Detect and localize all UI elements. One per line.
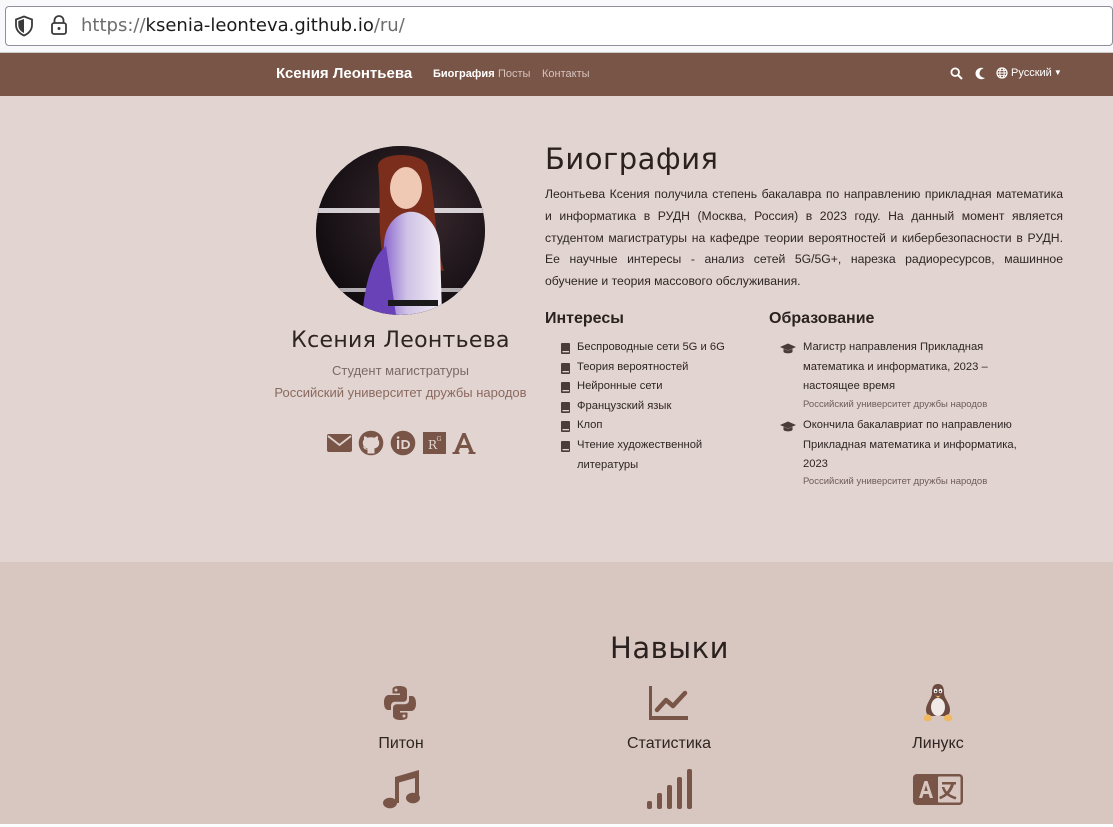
nav-link-biography[interactable]: Биография (433, 68, 495, 80)
education-institution: Российский университет дружбы народов (803, 476, 988, 487)
chart-line-icon (649, 686, 688, 720)
moon-icon[interactable] (974, 67, 986, 80)
biography-text: Леонтьева Ксения получила степень бакала… (545, 187, 1063, 289)
profile-name: Ксения Леонтьева (291, 328, 510, 353)
graduation-cap-icon (780, 421, 796, 432)
book-icon (561, 363, 570, 374)
interest-item: Беспроводные сети 5G и 6G (577, 341, 725, 353)
profile-role: Студент магистратуры (332, 363, 469, 378)
interest-item: Французский язык (577, 400, 672, 412)
skill-label: Статистика (626, 735, 712, 752)
linux-icon (923, 684, 953, 722)
interests-title: Интересы (545, 310, 624, 327)
nav-link-posts[interactable]: Посты (498, 68, 530, 80)
globe-icon[interactable] (996, 67, 1008, 79)
interest-item: Клоп (577, 419, 603, 431)
book-icon (561, 382, 570, 393)
language-dropdown[interactable]: Русский ▼ (1011, 67, 1062, 79)
profile-organization[interactable]: Российский университет дружбы народов (270, 385, 531, 401)
url-scheme: https:// (81, 15, 146, 36)
url-path: /ru/ (373, 15, 405, 36)
skill-label: Питон (378, 735, 424, 752)
book-icon (561, 421, 570, 432)
python-icon (384, 686, 416, 720)
interest-item: Чтение художественной литературы (577, 439, 703, 471)
interest-item: Нейронные сети (577, 380, 663, 392)
language-label: Русский (1011, 67, 1052, 79)
nav-link-contacts[interactable]: Контакты (542, 68, 590, 80)
biography-title: Биография (545, 142, 719, 176)
browser-toolbar: https://ksenia-leonteva.github.io/ru/ (0, 0, 1113, 53)
education-degree: Окончила бакалавриат по направлению Прик… (803, 419, 1017, 470)
academia-icon[interactable] (452, 430, 476, 456)
signal-icon (647, 769, 692, 809)
shield-icon[interactable] (14, 15, 34, 37)
navbar-brand[interactable]: Ксения Леонтьева (276, 65, 412, 82)
language-icon (913, 774, 963, 805)
github-icon[interactable] (358, 430, 384, 456)
researchgate-icon[interactable]: R G (423, 430, 446, 456)
graduation-cap-icon (780, 343, 796, 354)
music-icon (383, 770, 420, 809)
education-title: Образование (769, 310, 875, 327)
education-degree: Магистр направления Прикладная математик… (803, 341, 988, 392)
lock-icon[interactable] (50, 14, 68, 36)
skills-title: Навыки (610, 631, 729, 665)
search-icon[interactable] (950, 67, 963, 80)
book-icon (561, 402, 570, 413)
book-icon (561, 441, 570, 452)
education-institution: Российский университет дружбы народов (803, 399, 988, 410)
skill-label: Линукс (912, 735, 964, 752)
caret-down-icon: ▼ (1053, 68, 1062, 77)
avatar (316, 146, 485, 315)
navbar: Ксения Леонтьева Биография Посты Контакт… (0, 53, 1113, 96)
interest-item: Теория вероятностей (577, 361, 689, 373)
url-host: ksenia-leonteva.github.io (145, 15, 374, 36)
url-text[interactable]: https://ksenia-leonteva.github.io/ru/ (81, 15, 405, 36)
book-icon (561, 343, 570, 354)
orcid-icon[interactable] (390, 430, 416, 456)
svg-text:G: G (437, 436, 442, 443)
envelope-icon[interactable] (326, 430, 353, 456)
